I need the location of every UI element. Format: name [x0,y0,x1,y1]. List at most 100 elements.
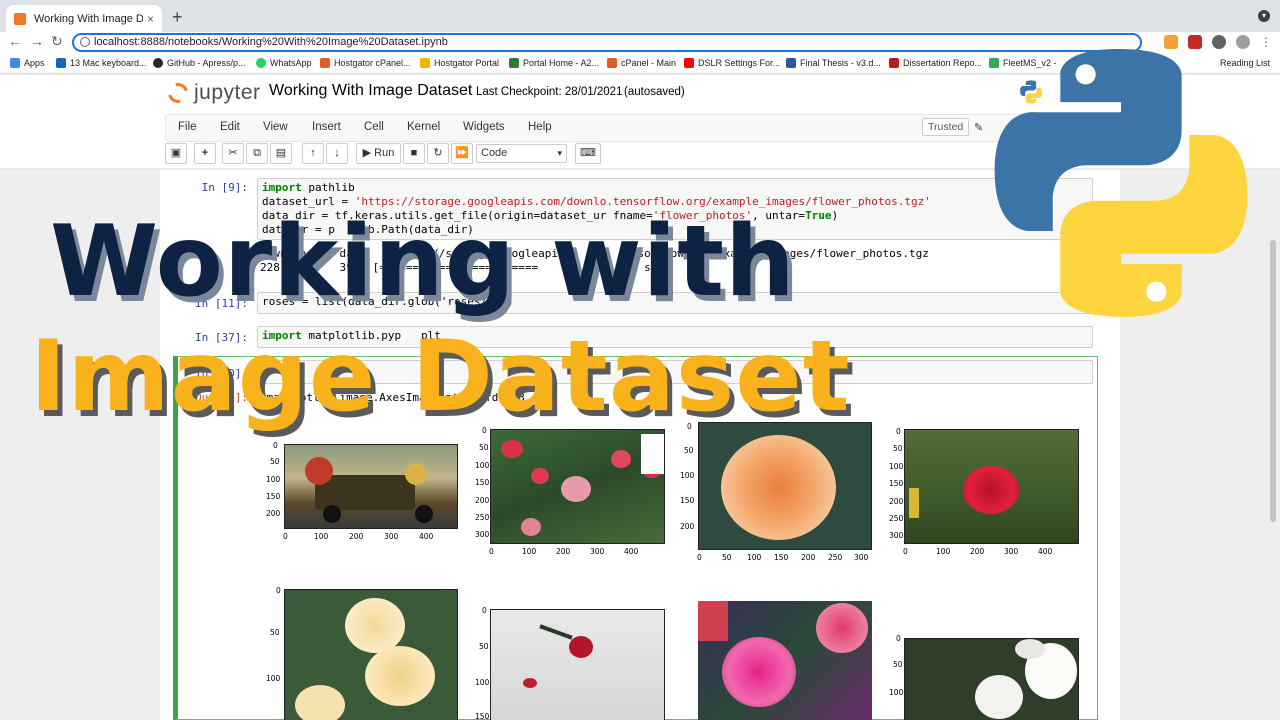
trusted-indicator[interactable]: Trusted [922,118,970,136]
bookmark-mac-keyboard[interactable]: 13 Mac keyboard... [56,58,147,68]
y-tick: 200 [475,496,490,505]
y-tick: 100 [889,688,904,697]
copy-icon[interactable]: ⧉ [246,143,268,164]
pink-roses-image [490,429,665,544]
x-tick: 100 [522,547,537,556]
x-tick: 250 [828,553,843,562]
browser-tab[interactable]: Working With Image Dataset - × [6,5,162,32]
bookmark-whatsapp[interactable]: WhatsApp [256,58,312,68]
bookmark-cpanel-main[interactable]: cPanel - Main [607,58,676,68]
interrupt-icon[interactable]: ■ [403,143,425,164]
bookmark-github[interactable]: GitHub - Apress/p... [153,58,246,68]
jupyter-logo-text: jupyter [194,81,261,104]
url-text: localhost:8888/notebooks/Working%20With%… [94,36,448,48]
forward-icon[interactable]: → [30,33,44,49]
y-tick: 100 [266,674,281,683]
move-up-icon[interactable]: ↑ [302,143,324,164]
x-tick: 0 [283,532,288,541]
menu-insert[interactable]: Insert [312,121,341,133]
hostgator-icon [420,58,430,68]
menu-view[interactable]: View [263,121,288,133]
y-tick: 150 [475,478,490,487]
repo-icon [889,58,899,68]
tab-search-icon[interactable]: ▾ [1258,10,1270,22]
white-roses-image [904,638,1079,720]
site-info-icon[interactable] [80,37,90,47]
bookmark-a2-portal[interactable]: Portal Home - A2... [509,58,599,68]
x-tick: 200 [970,547,985,556]
orange-rose-image [698,422,872,550]
cell-prompt-9: In [9]: [201,181,248,194]
notebook-name[interactable]: Working With Image Dataset [269,82,472,100]
bookmark-hostgator-cpanel[interactable]: Hostgator cPanel... [320,58,411,68]
bookmark-dslr[interactable]: DSLR Settings For... [684,58,780,68]
github-icon [153,58,163,68]
x-tick: 300 [1004,547,1019,556]
y-tick: 100 [475,461,490,470]
red-rose-image [904,429,1079,544]
move-down-icon[interactable]: ↓ [326,143,348,164]
page-scrollbar[interactable] [1270,240,1276,522]
bookmark-final-thesis[interactable]: Final Thesis - v3.d... [786,58,881,68]
x-tick: 0 [489,547,494,556]
y-tick: 0 [276,586,281,595]
autosave-status: (autosaved) [624,86,685,98]
cut-icon[interactable]: ✂ [222,143,244,164]
a2-icon [509,58,519,68]
apps-icon [10,58,20,68]
menu-edit[interactable]: Edit [220,121,240,133]
y-tick: 150 [266,492,281,501]
insert-cell-icon[interactable]: + [194,143,216,164]
cream-roses-image [284,589,458,720]
cpanel-icon [320,58,330,68]
tab-close-icon[interactable]: × [147,12,154,26]
x-tick: 200 [801,553,816,562]
y-tick: 0 [896,427,901,436]
keyboard-icon[interactable]: ⌨ [575,143,601,164]
save-icon[interactable]: ▣ [165,143,187,164]
pink-roses-art-image [698,601,872,720]
menu-cell[interactable]: Cell [364,121,384,133]
restart-run-all-icon[interactable]: ⏩ [451,143,473,164]
x-tick: 200 [349,532,364,541]
y-tick: 50 [893,660,903,669]
x-tick: 200 [556,547,571,556]
y-tick: 50 [893,444,903,453]
y-tick: 50 [479,642,489,651]
restart-icon[interactable]: ↻ [427,143,449,164]
y-tick: 250 [889,514,904,523]
y-tick: 200 [266,509,281,518]
chevron-down-icon: ▾ [557,148,562,158]
whatsapp-icon [256,58,266,68]
thumbnail-title-line-1: Working with [50,205,796,319]
menu-help[interactable]: Help [528,121,552,133]
y-tick: 50 [479,443,489,452]
bookmark-hostgator-portal[interactable]: Hostgator Portal [420,58,499,68]
menu-kernel[interactable]: Kernel [407,121,440,133]
browser-menu-icon[interactable]: ⋮ [1260,35,1272,49]
new-tab-button[interactable]: + [172,7,183,28]
y-tick: 0 [273,441,278,450]
y-tick: 100 [475,678,490,687]
y-tick: 200 [889,497,904,506]
bookmark-dissertation[interactable]: Dissertation Repo... [889,58,982,68]
paste-icon[interactable]: ▤ [270,143,292,164]
menu-widgets[interactable]: Widgets [463,121,505,133]
rose-in-snow-image [490,609,665,720]
x-tick: 100 [314,532,329,541]
x-tick: 100 [747,553,762,562]
x-tick: 0 [903,547,908,556]
y-tick: 50 [684,446,694,455]
back-icon[interactable]: ← [8,33,22,49]
jupyter-logo[interactable]: jupyter [164,79,261,107]
cell-type-select[interactable]: Code ▾ [476,144,567,163]
run-button[interactable]: ▶ Run [356,143,401,164]
y-tick: 100 [680,471,695,480]
menu-file[interactable]: File [178,121,197,133]
y-tick: 100 [266,475,281,484]
jupyter-logo-icon [164,79,192,107]
checkpoint-status: Last Checkpoint: 28/01/2021 [476,86,623,98]
y-tick: 150 [475,712,490,720]
reload-icon[interactable]: ↻ [51,33,63,50]
bookmark-apps[interactable]: Apps [10,58,45,68]
